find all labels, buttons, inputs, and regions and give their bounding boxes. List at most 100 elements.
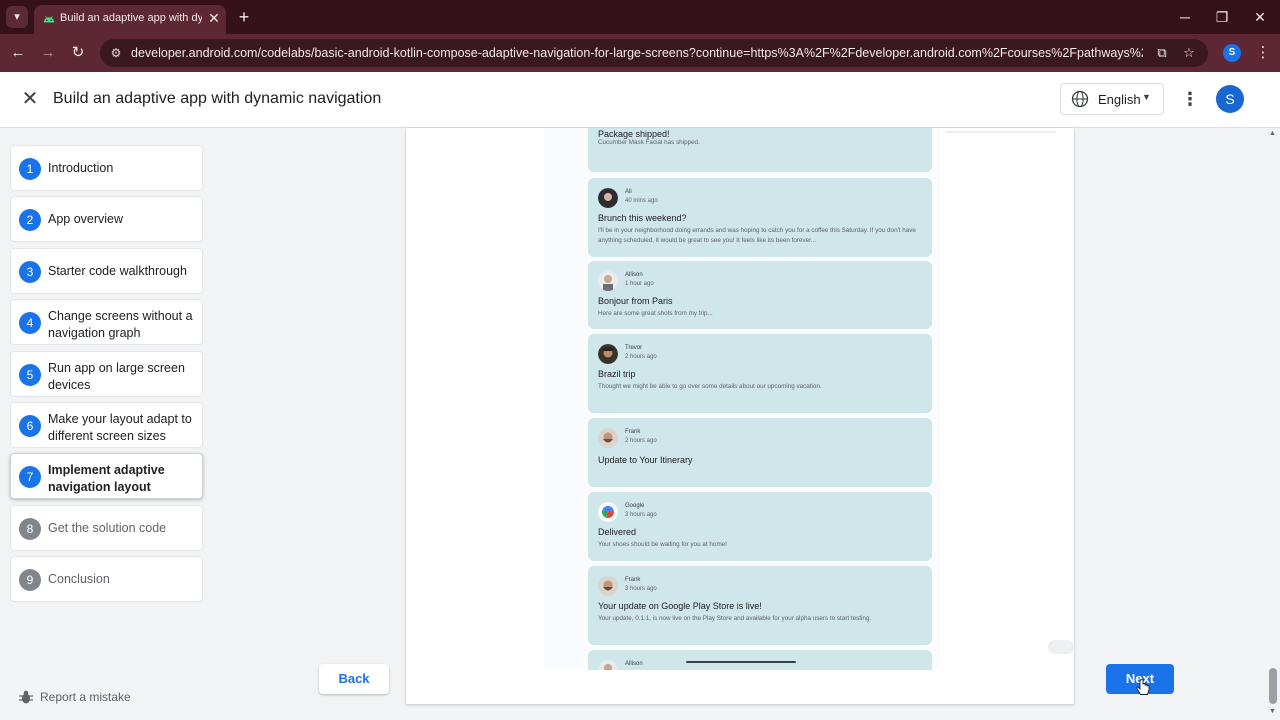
email-card: Google 3 hours ago Delivered Your shoes … xyxy=(588,492,932,561)
email-card: Package shipped! Cucumber Mask Facial ha… xyxy=(588,128,932,172)
step-label: Get the solution code xyxy=(48,521,167,535)
step-label: App overview xyxy=(48,212,124,226)
browser-toolbar: ← → ↻ ⚙ developer.android.com/codelabs/b… xyxy=(0,34,1280,72)
step-starter-code[interactable]: 3 Starter code walkthrough xyxy=(10,248,203,294)
email-card: Frank 3 hours ago Your update on Google … xyxy=(588,566,932,645)
step-conclusion[interactable]: 9 Conclusion xyxy=(10,556,203,602)
chevron-down-icon: ▼ xyxy=(1142,92,1151,102)
email-sender: Google xyxy=(625,503,645,509)
minimize-icon[interactable]: ─ xyxy=(1173,6,1197,28)
page-title: Build an adaptive app with dynamic navig… xyxy=(53,90,382,107)
browser-tab-bar: ▾ Build an adaptive app with dynamic nav… xyxy=(0,0,1280,34)
email-subject: Delivered xyxy=(598,527,637,537)
user-avatar[interactable]: S xyxy=(1216,85,1244,113)
step-number: 5 xyxy=(19,364,41,386)
email-time: 40 mins ago xyxy=(625,198,658,204)
content-card: ! Package shipped! Cucumber Mask Facial … xyxy=(406,128,1074,704)
email-body: Your update, 0.1.1, is now live on the P… xyxy=(598,615,872,622)
email-body: Your shoes should be waiting for you at … xyxy=(598,541,727,548)
site-info-icon[interactable]: ⚙ xyxy=(108,45,124,61)
avatar xyxy=(598,344,618,364)
reply-app-screenshot: Package shipped! Cucumber Mask Facial ha… xyxy=(544,128,940,670)
step-label: Implement adaptive navigation layout xyxy=(48,463,165,494)
language-label: English xyxy=(1098,92,1141,107)
browser-menu-icon[interactable]: ⋮ xyxy=(1254,42,1272,64)
scroll-thumb[interactable] xyxy=(1269,668,1277,704)
email-time: 3 hours ago xyxy=(625,586,657,592)
back-arrow-icon[interactable]: ← xyxy=(7,42,29,64)
step-adaptive-navigation[interactable]: 7 Implement adaptive navigation layout xyxy=(10,453,203,499)
back-button[interactable]: Back xyxy=(319,664,389,694)
close-icon[interactable]: ✕ xyxy=(206,10,222,26)
email-subject: Brazil trip xyxy=(598,369,636,379)
avatar xyxy=(598,188,618,208)
email-time: 1 hour ago xyxy=(625,281,654,287)
step-number: 1 xyxy=(19,158,41,180)
step-number: 6 xyxy=(19,415,41,437)
install-app-icon[interactable]: ⧉ xyxy=(1153,44,1171,62)
page-header: ✕ Build an adaptive app with dynamic nav… xyxy=(0,72,1280,128)
email-sender: Frank xyxy=(625,429,641,435)
browser-tab[interactable]: Build an adaptive app with dynamic navig… xyxy=(34,5,226,34)
video-overlay-control xyxy=(1048,640,1074,654)
email-time: 3 hours ago xyxy=(625,512,657,518)
step-label: Conclusion xyxy=(48,572,110,586)
email-card: Frank 2 hours ago Update to Your Itinera… xyxy=(588,418,932,487)
email-sender: Allison xyxy=(625,661,643,667)
reload-icon[interactable]: ↻ xyxy=(67,42,89,64)
close-codelab-icon[interactable]: ✕ xyxy=(18,87,42,111)
step-app-overview[interactable]: 2 App overview xyxy=(10,196,203,242)
tab-search-icon[interactable]: ▾ xyxy=(6,6,28,28)
email-time: 2 hours ago xyxy=(625,438,657,444)
step-number: 4 xyxy=(19,312,41,334)
email-card: Trevor 2 hours ago Brazil trip Thought w… xyxy=(588,334,932,413)
email-body: Here are some great shots from my trip..… xyxy=(598,310,713,317)
step-number: 7 xyxy=(19,466,41,488)
bookmark-star-icon[interactable]: ☆ xyxy=(1180,44,1198,62)
side-divider xyxy=(946,131,1056,133)
step-adapt-layout[interactable]: 6 Make your layout adapt to different sc… xyxy=(10,402,203,448)
step-label: Change screens without a navigation grap… xyxy=(48,309,193,340)
email-subject: Brunch this weekend? xyxy=(598,213,687,223)
window-close-icon[interactable]: ✕ xyxy=(1248,6,1272,28)
avatar xyxy=(598,660,618,670)
step-label: Introduction xyxy=(48,161,114,175)
restore-icon[interactable]: ❐ xyxy=(1210,6,1234,28)
forward-arrow-icon[interactable]: → xyxy=(37,42,59,64)
step-change-screens[interactable]: 4 Change screens without a navigation gr… xyxy=(10,299,203,345)
tab-title: Build an adaptive app with dynamic navig… xyxy=(60,12,202,24)
email-sender: Ali xyxy=(625,189,632,195)
email-card: Allison 1 hour ago Bonjour from Paris He… xyxy=(588,261,932,329)
scroll-down-icon[interactable]: ▼ xyxy=(1269,708,1276,715)
address-bar[interactable]: ⚙ developer.android.com/codelabs/basic-a… xyxy=(100,39,1208,67)
globe-icon xyxy=(1071,90,1089,108)
step-solution-code[interactable]: 8 Get the solution code xyxy=(10,505,203,551)
url-text[interactable]: developer.android.com/codelabs/basic-and… xyxy=(131,46,1143,60)
avatar xyxy=(598,576,618,596)
scroll-up-icon[interactable]: ▲ xyxy=(1269,130,1276,137)
more-options-icon[interactable]: ⋮ xyxy=(1176,84,1204,114)
home-indicator xyxy=(686,661,796,663)
step-label: Make your layout adapt to different scre… xyxy=(48,412,192,443)
email-card: Ali 40 mins ago Brunch this weekend? I'l… xyxy=(588,178,932,257)
new-tab-icon[interactable]: + xyxy=(234,7,254,27)
step-label: Starter code walkthrough xyxy=(48,264,187,278)
google-logo xyxy=(598,502,618,522)
email-sender: Trevor xyxy=(625,345,643,351)
email-subject: Update to Your Itinerary xyxy=(598,455,693,465)
report-mistake-label: Report a mistake xyxy=(40,690,131,704)
hand-cursor-icon xyxy=(1136,679,1150,695)
page-scrollbar[interactable]: ▲ ▼ xyxy=(1266,128,1280,720)
browser-profile-avatar[interactable]: S xyxy=(1223,44,1241,62)
email-body: Cucumber Mask Facial has shipped. xyxy=(598,139,700,146)
step-number: 9 xyxy=(19,569,41,591)
avatar xyxy=(598,271,618,291)
language-selector[interactable]: English ▼ xyxy=(1060,83,1164,115)
step-introduction[interactable]: 1 Introduction xyxy=(10,145,203,191)
email-sender: Frank xyxy=(625,577,641,583)
step-number: 3 xyxy=(19,261,41,283)
email-body: I'll be in your neighborhood doing erran… xyxy=(598,227,916,244)
bug-icon xyxy=(19,690,33,704)
step-run-large-screen[interactable]: 5 Run app on large screen devices xyxy=(10,351,203,397)
email-card: Allison xyxy=(588,650,932,670)
